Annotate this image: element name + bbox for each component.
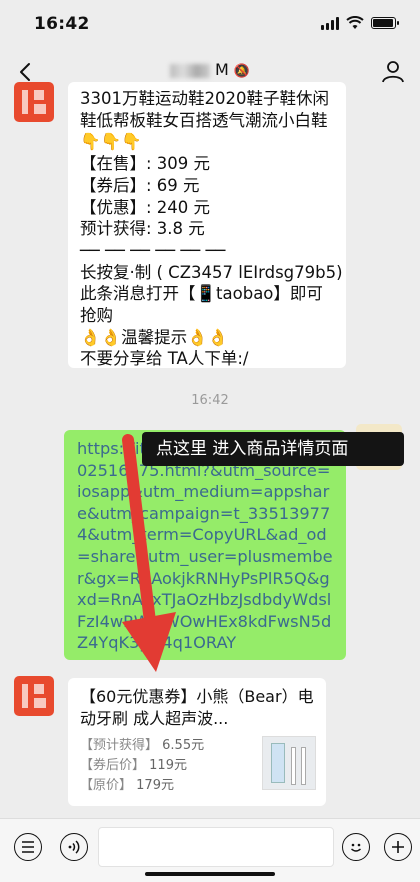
original-price-label: 【原价】 <box>80 778 133 793</box>
status-time: 16:42 <box>34 14 90 34</box>
wifi-icon <box>346 16 364 29</box>
voice-button[interactable] <box>60 833 88 861</box>
message-timestamp: 16:42 <box>191 393 229 408</box>
message-line: 此条消息打开【📱taobao】即可 <box>80 284 323 304</box>
message-input[interactable] <box>98 827 334 867</box>
sender-avatar[interactable] <box>14 82 54 122</box>
emoji-icon <box>351 843 361 852</box>
menu-button[interactable] <box>14 833 42 861</box>
mute-icon: 🔕 <box>233 64 251 79</box>
after-coupon-value: 119元 <box>149 758 187 773</box>
signal-icon <box>321 16 339 30</box>
message-line: 长按复·制 ( CZ3457 lEIrdsg79b5) <box>80 262 343 282</box>
battery-icon <box>371 17 399 29</box>
message-line: 【券后】: 69 元 <box>80 175 200 195</box>
menu-icon <box>22 841 34 853</box>
message-line: 不要分享给 TA人下单:/ <box>80 349 249 368</box>
annotation-tooltip: 点这里 进入商品详情页面 <box>142 432 404 466</box>
message-line: 3301万鞋运动鞋2020鞋子鞋休闲 <box>80 89 329 108</box>
estimate-value: 6.55元 <box>162 738 205 753</box>
person-icon[interactable] <box>380 58 406 84</box>
message-line: 鞋低帮板鞋女百搭透气潮流小白鞋 <box>80 110 328 130</box>
product-thumbnail <box>262 736 316 790</box>
link-url[interactable]: https://item.taobao.com/item/602516275.h… <box>77 439 333 652</box>
message-line: 👌👌温馨提示👌👌 <box>80 327 229 347</box>
chat-title-suffix: M <box>215 60 229 79</box>
message-line: 抢购 <box>80 306 113 326</box>
chat-input-bar <box>0 818 420 882</box>
status-bar: 16:42 <box>0 0 420 50</box>
plus-icon <box>392 841 404 853</box>
product-title: 【60元优惠券】小熊（Bear）电动牙刷 成人超声波... <box>80 687 314 728</box>
home-indicator <box>145 872 275 876</box>
plus-button[interactable] <box>384 833 412 861</box>
blurred-name <box>169 63 210 78</box>
message-line: 【优惠】: 240 元 <box>80 197 211 217</box>
message-line: 【在售】: 309 元 <box>80 154 211 174</box>
product-card[interactable]: 【60元优惠券】小熊（Bear）电动牙刷 成人超声波... 【预计获得】 6.5… <box>68 678 326 806</box>
status-icons <box>321 16 399 30</box>
emoji-button[interactable] <box>342 833 370 861</box>
original-price-value: 179元 <box>136 778 174 793</box>
message-line: 预计获得: 3.8 元 <box>80 219 205 239</box>
sender-avatar[interactable] <box>14 676 54 716</box>
voice-icon <box>68 840 80 854</box>
estimate-label: 【预计获得】 <box>80 738 159 753</box>
chat-title: M 🔕 <box>0 60 420 79</box>
message-line: 👇👇👇 <box>80 132 142 152</box>
message-bubble-promo-text[interactable]: 3301万鞋运动鞋2020鞋子鞋休闲 鞋低帮板鞋女百搭透气潮流小白鞋 👇👇👇 【… <box>68 82 346 368</box>
after-coupon-label: 【券后价】 <box>80 758 146 773</box>
message-line: ── ── ── ── ── ── <box>80 240 226 260</box>
